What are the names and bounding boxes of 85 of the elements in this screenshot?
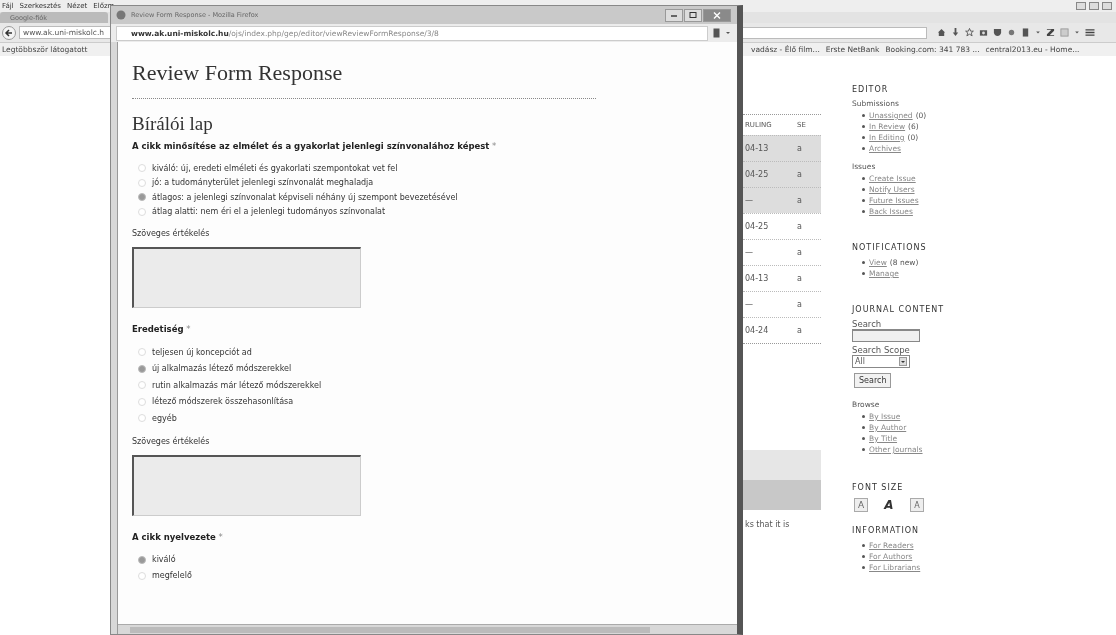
question-text: A cikk nyelvezete <box>132 531 216 542</box>
back-button[interactable] <box>2 25 16 40</box>
bullet-icon <box>862 188 865 191</box>
download-icon[interactable] <box>951 28 960 37</box>
bullet-icon <box>862 210 865 213</box>
radio-button[interactable] <box>138 555 146 564</box>
table-row[interactable]: — a <box>743 187 821 213</box>
radio-button[interactable] <box>138 414 146 423</box>
scope-dropdown[interactable]: All <box>852 355 910 368</box>
bullet-icon <box>862 261 865 264</box>
block-title: JOURNAL CONTENT <box>852 305 946 314</box>
scope-label: Search Scope <box>852 345 911 355</box>
option-label: átlag alatti: nem éri el a jelenlegi tudományos színvonalat <box>152 207 386 217</box>
option-label: kiváló: új, eredeti elméleti és gyakorlati szempontokat vet fel <box>152 163 398 173</box>
block-title: FONT SIZE <box>852 483 905 492</box>
maximize-button[interactable] <box>684 8 702 22</box>
table-row[interactable]: 04-13 a <box>743 135 821 161</box>
address-bar-section[interactable] <box>741 26 927 39</box>
search-field[interactable] <box>852 329 920 342</box>
bullet-icon <box>862 114 865 117</box>
option-label: jó: a tudományterület jelenlegi színvonalát meghaladja <box>152 178 374 188</box>
bullet-icon <box>862 272 865 275</box>
option-label: új alkalmazás létező módszerekkel <box>152 364 292 374</box>
bullet-icon <box>862 177 865 180</box>
firefox-icon <box>116 10 126 20</box>
font-size-button[interactable]: A <box>882 498 896 512</box>
star-icon[interactable] <box>965 28 974 37</box>
font-size-button[interactable]: A <box>854 498 868 512</box>
radio-button[interactable] <box>138 364 146 373</box>
radio-button[interactable] <box>138 381 146 390</box>
search-label: Search <box>852 319 883 329</box>
zotero-icon[interactable] <box>1046 28 1055 37</box>
block-title: EDITOR <box>852 85 890 94</box>
minimize-button[interactable] <box>665 8 683 22</box>
block-title: NOTIFICATIONS <box>852 243 928 252</box>
radio-button[interactable] <box>138 178 146 187</box>
question-text: Eredetiség <box>132 324 184 334</box>
search-button[interactable]: Search <box>854 373 892 388</box>
bullet-icon <box>862 555 865 558</box>
radio-button[interactable] <box>138 207 146 216</box>
shield-icon[interactable] <box>993 28 1002 37</box>
home-icon[interactable] <box>937 28 946 37</box>
comment-textarea[interactable] <box>132 247 361 308</box>
radio-button[interactable] <box>138 164 146 173</box>
required-mark: * <box>492 141 497 151</box>
block-title: INFORMATION <box>852 526 921 535</box>
bullet-icon <box>862 199 865 202</box>
option-label: létező módszerek összehasonlítása <box>152 397 294 407</box>
comment-textarea[interactable] <box>132 454 361 516</box>
comment-label: Szöveges értékelés <box>132 229 211 238</box>
back-arrow-icon <box>4 27 14 38</box>
bullet-icon <box>862 136 865 139</box>
bullet-icon <box>862 437 865 440</box>
camera-icon[interactable] <box>979 28 988 37</box>
menu-icon[interactable] <box>1085 28 1095 37</box>
horizontal-scrollbar[interactable] <box>118 624 737 634</box>
bullet-icon <box>862 448 865 451</box>
option-label: megfelelő <box>152 571 192 580</box>
option-label: kiváló <box>152 555 176 564</box>
required-mark: * <box>186 324 191 334</box>
bullet-icon <box>862 125 865 128</box>
option-label: rutin alkalmazás már létező módszerekkel <box>152 380 322 390</box>
bullet-icon <box>862 566 865 569</box>
radio-button[interactable] <box>138 571 146 580</box>
maximize-icon <box>689 12 697 18</box>
bullet-icon <box>862 147 865 150</box>
bullet-icon <box>862 415 865 418</box>
body-text: ks that it is <box>745 520 791 529</box>
required-mark: * <box>218 531 223 542</box>
form-title: Bírálói lap <box>132 113 214 135</box>
option-label: egyéb <box>152 413 177 423</box>
option-label: teljesen új koncepciót ad <box>152 347 252 357</box>
comment-label: Szöveges értékelés <box>132 436 211 446</box>
page-title: Review Form Response <box>132 60 344 86</box>
option-label: átlagos: a jelenlegi színvonalat képviseli néhány új szempont bevezetésével <box>152 192 458 202</box>
table-row[interactable]: 04-25 a <box>743 161 821 187</box>
font-size-button[interactable]: A <box>910 498 924 512</box>
document-icon[interactable] <box>1021 28 1030 37</box>
bullet-icon <box>862 544 865 547</box>
radio-button[interactable] <box>138 193 146 202</box>
bullet-icon <box>862 426 865 429</box>
question-text: A cikk minősítése az elmélet és a gyakorlat jelenlegi színvonalához képest <box>132 141 490 151</box>
radio-button[interactable] <box>138 348 146 357</box>
document-icon[interactable] <box>713 28 720 38</box>
radio-button[interactable] <box>138 397 146 406</box>
